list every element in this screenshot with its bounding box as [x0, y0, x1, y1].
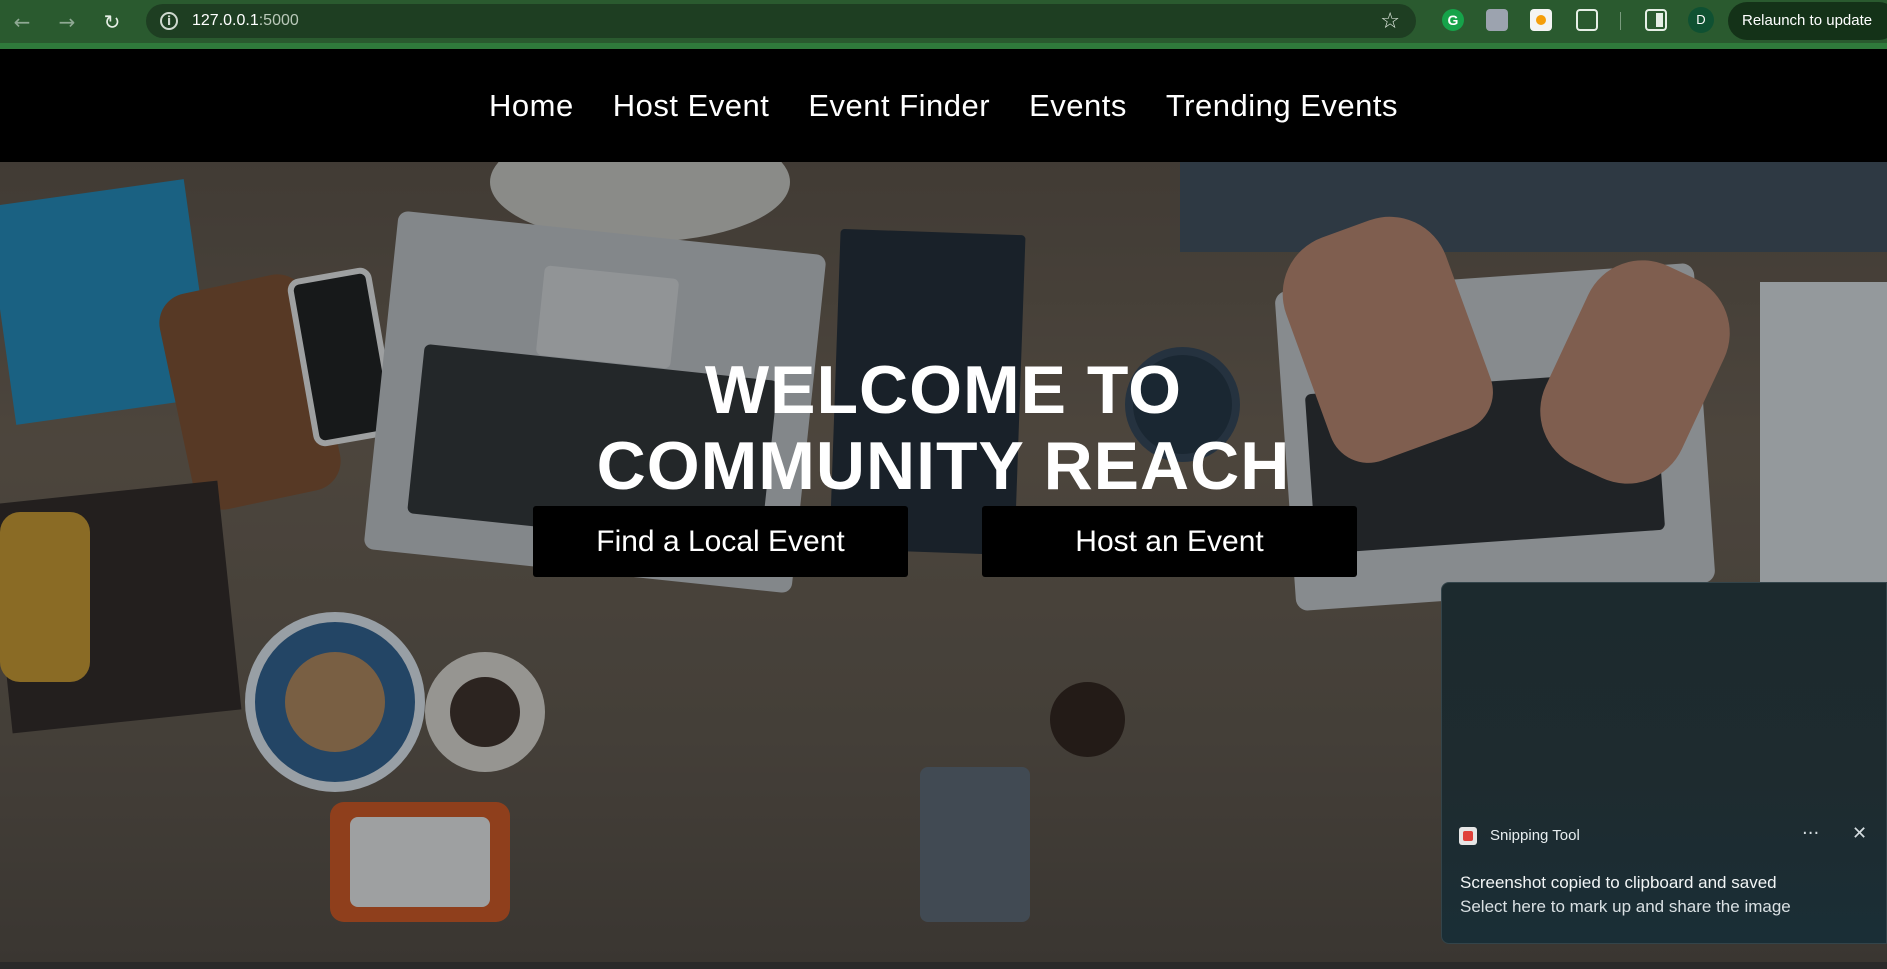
- nav-events-link[interactable]: Events: [1029, 88, 1127, 124]
- url-host: 127.0.0.1: [192, 12, 259, 29]
- more-options-icon[interactable]: ···: [1802, 823, 1819, 844]
- toolbar-divider: [1620, 12, 1621, 30]
- snipping-tool-notification[interactable]: Snipping Tool ··· ✕ Screenshot copied to…: [1441, 582, 1887, 944]
- close-icon[interactable]: ✕: [1852, 823, 1867, 844]
- nav-event-finder-link[interactable]: Event Finder: [808, 88, 990, 124]
- url-text[interactable]: 127.0.0.1:5000: [192, 12, 299, 30]
- browser-toolbar: ← → ↻ i 127.0.0.1:5000 ☆ G D Relaunch to…: [0, 0, 1887, 48]
- notification-body: Select here to mark up and share the ima…: [1460, 897, 1791, 916]
- snipping-tool-icon: [1459, 827, 1477, 845]
- nav-home-link[interactable]: Home: [489, 88, 574, 124]
- taskbar-edge: [0, 962, 1887, 969]
- find-local-event-button[interactable]: Find a Local Event: [533, 506, 908, 577]
- nav-host-event-link[interactable]: Host Event: [613, 88, 770, 124]
- nav-trending-events-link[interactable]: Trending Events: [1166, 88, 1398, 124]
- puzzle-icon[interactable]: [1576, 9, 1598, 31]
- star-icon[interactable]: ☆: [1380, 9, 1400, 34]
- site-navbar: Home Host Event Event Finder Events Tren…: [0, 49, 1887, 162]
- hero-title: WELCOME TO COMMUNITY REACH: [0, 352, 1887, 504]
- notification-title: Screenshot copied to clipboard and saved: [1460, 873, 1777, 892]
- notification-app-name: Snipping Tool: [1490, 827, 1580, 844]
- url-port: :5000: [258, 12, 299, 29]
- hero-title-line2: COMMUNITY REACH: [596, 428, 1291, 504]
- extension-icon[interactable]: [1530, 9, 1552, 31]
- hero-title-line1: WELCOME TO: [704, 352, 1183, 428]
- back-icon[interactable]: ←: [8, 8, 36, 36]
- reload-icon[interactable]: ↻: [98, 8, 126, 36]
- address-bar[interactable]: i 127.0.0.1:5000 ☆: [146, 4, 1416, 38]
- site-info-icon[interactable]: i: [160, 12, 178, 30]
- extension-icon[interactable]: [1486, 9, 1508, 31]
- host-event-button[interactable]: Host an Event: [982, 506, 1357, 577]
- relaunch-button[interactable]: Relaunch to update: [1728, 2, 1887, 40]
- forward-icon[interactable]: →: [53, 8, 81, 36]
- side-panel-icon[interactable]: [1645, 9, 1667, 31]
- grammarly-extension-icon[interactable]: G: [1442, 9, 1464, 31]
- profile-avatar[interactable]: D: [1688, 7, 1714, 33]
